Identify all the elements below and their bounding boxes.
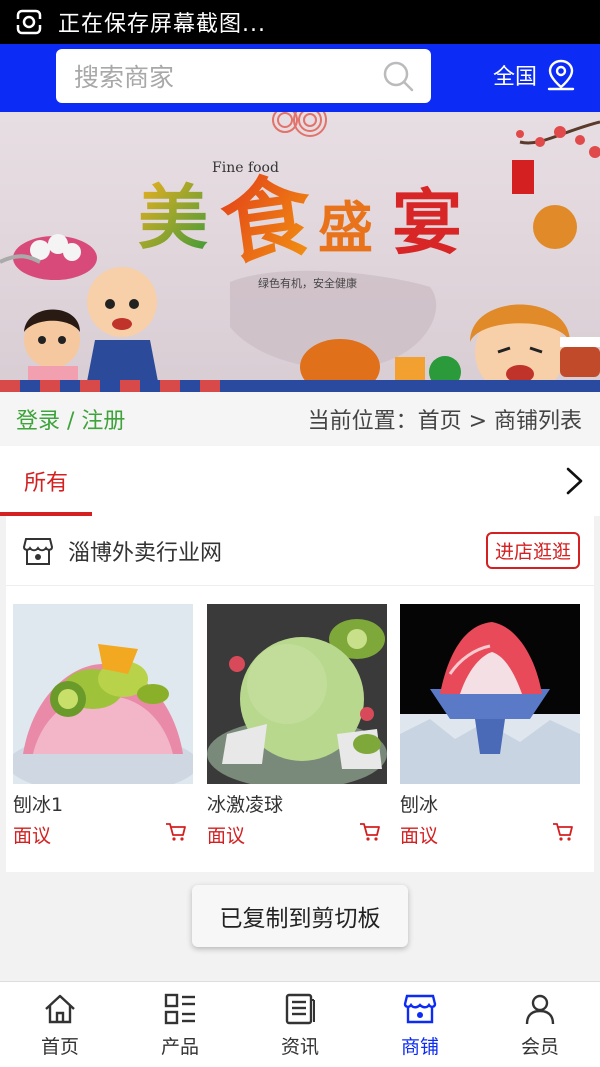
region-label: 全国 (493, 65, 538, 90)
promo-banner[interactable]: 美 食 盛 宴 Fine food 绿色有机，安全健康 (0, 112, 600, 392)
search-placeholder: 搜索商家 (74, 63, 175, 92)
nav-home[interactable]: 首页 (0, 982, 120, 1067)
register-link[interactable]: 注册 (81, 409, 125, 434)
nav-news[interactable]: 资讯 (240, 982, 360, 1067)
copied-toast: 已复制到剪切板 (192, 885, 408, 947)
region-selector[interactable]: 全国 (493, 58, 577, 92)
visit-store-button[interactable]: 进店逛逛 (485, 532, 580, 569)
search-input[interactable]: 搜索商家 (56, 49, 431, 103)
login-separator: / (60, 409, 82, 434)
nav-member[interactable]: 会员 (480, 982, 600, 1067)
shop-header: 淄博外卖行业网 进店逛逛 (6, 516, 594, 586)
banner-title-char-1: 美 (138, 177, 208, 259)
banner-illustration: 美 食 盛 宴 Fine food 绿色有机，安全健康 (0, 112, 600, 392)
cart-icon[interactable] (552, 822, 574, 842)
category-tab-bar: 所有 (0, 446, 600, 516)
nav-home-label: 首页 (40, 1036, 79, 1058)
status-text: 正在保存屏幕截图... (58, 12, 266, 37)
cart-icon[interactable] (359, 822, 381, 842)
news-icon (285, 993, 315, 1025)
store-icon (403, 994, 437, 1024)
shop-card: 淄博外卖行业网 进店逛逛 刨冰1 面议 冰激凌球 面议 刨冰 面议 (6, 516, 594, 872)
product-image[interactable] (400, 604, 580, 784)
svg-text:绿色有机，安全健康: 绿色有机，安全健康 (258, 276, 357, 290)
nav-stores-label: 商铺 (400, 1036, 439, 1058)
svg-text:宴: 宴 (392, 182, 462, 264)
svg-text:Fine food: Fine food (212, 160, 279, 176)
chevron-right-icon[interactable] (562, 466, 586, 496)
product-image[interactable] (207, 604, 387, 784)
nav-stores[interactable]: 商铺 (360, 982, 480, 1067)
screenshot-icon (16, 9, 42, 35)
user-icon (525, 994, 555, 1025)
store-icon (22, 537, 54, 565)
location-pin-icon (547, 59, 575, 91)
product-item[interactable]: 刨冰1 面议 (13, 604, 193, 848)
status-bar: 正在保存屏幕截图... (0, 0, 600, 44)
login-link[interactable]: 登录 (16, 409, 60, 434)
product-item[interactable]: 刨冰 面议 (400, 604, 580, 848)
nav-news-label: 资讯 (280, 1036, 319, 1058)
login-register-links: 登录 / 注册 (16, 403, 125, 435)
product-name: 刨冰1 (13, 794, 64, 816)
search-icon[interactable] (381, 59, 415, 93)
cart-icon[interactable] (165, 822, 187, 842)
product-name: 冰激凌球 (207, 794, 284, 816)
svg-text:盛: 盛 (318, 196, 373, 260)
shop-name[interactable]: 淄博外卖行业网 (68, 535, 486, 567)
bottom-nav: 首页 产品 资讯 商铺 会员 (0, 981, 600, 1067)
product-name: 刨冰 (400, 794, 439, 816)
grid-icon (164, 993, 195, 1025)
nav-products-label: 产品 (160, 1036, 199, 1058)
nav-member-label: 会员 (520, 1036, 559, 1058)
header-bar: 搜索商家 全国 (0, 44, 600, 112)
svg-text:食: 食 (215, 161, 320, 279)
home-icon (45, 994, 75, 1024)
login-breadcrumb-row: 登录 / 注册 当前位置：首页 > 商铺列表 (0, 392, 600, 446)
breadcrumb: 当前位置：首页 > 商铺列表 (307, 409, 582, 434)
product-image[interactable] (13, 604, 193, 784)
nav-products[interactable]: 产品 (120, 982, 240, 1067)
product-item[interactable]: 冰激凌球 面议 (207, 604, 387, 848)
tab-all[interactable]: 所有 (0, 446, 92, 516)
